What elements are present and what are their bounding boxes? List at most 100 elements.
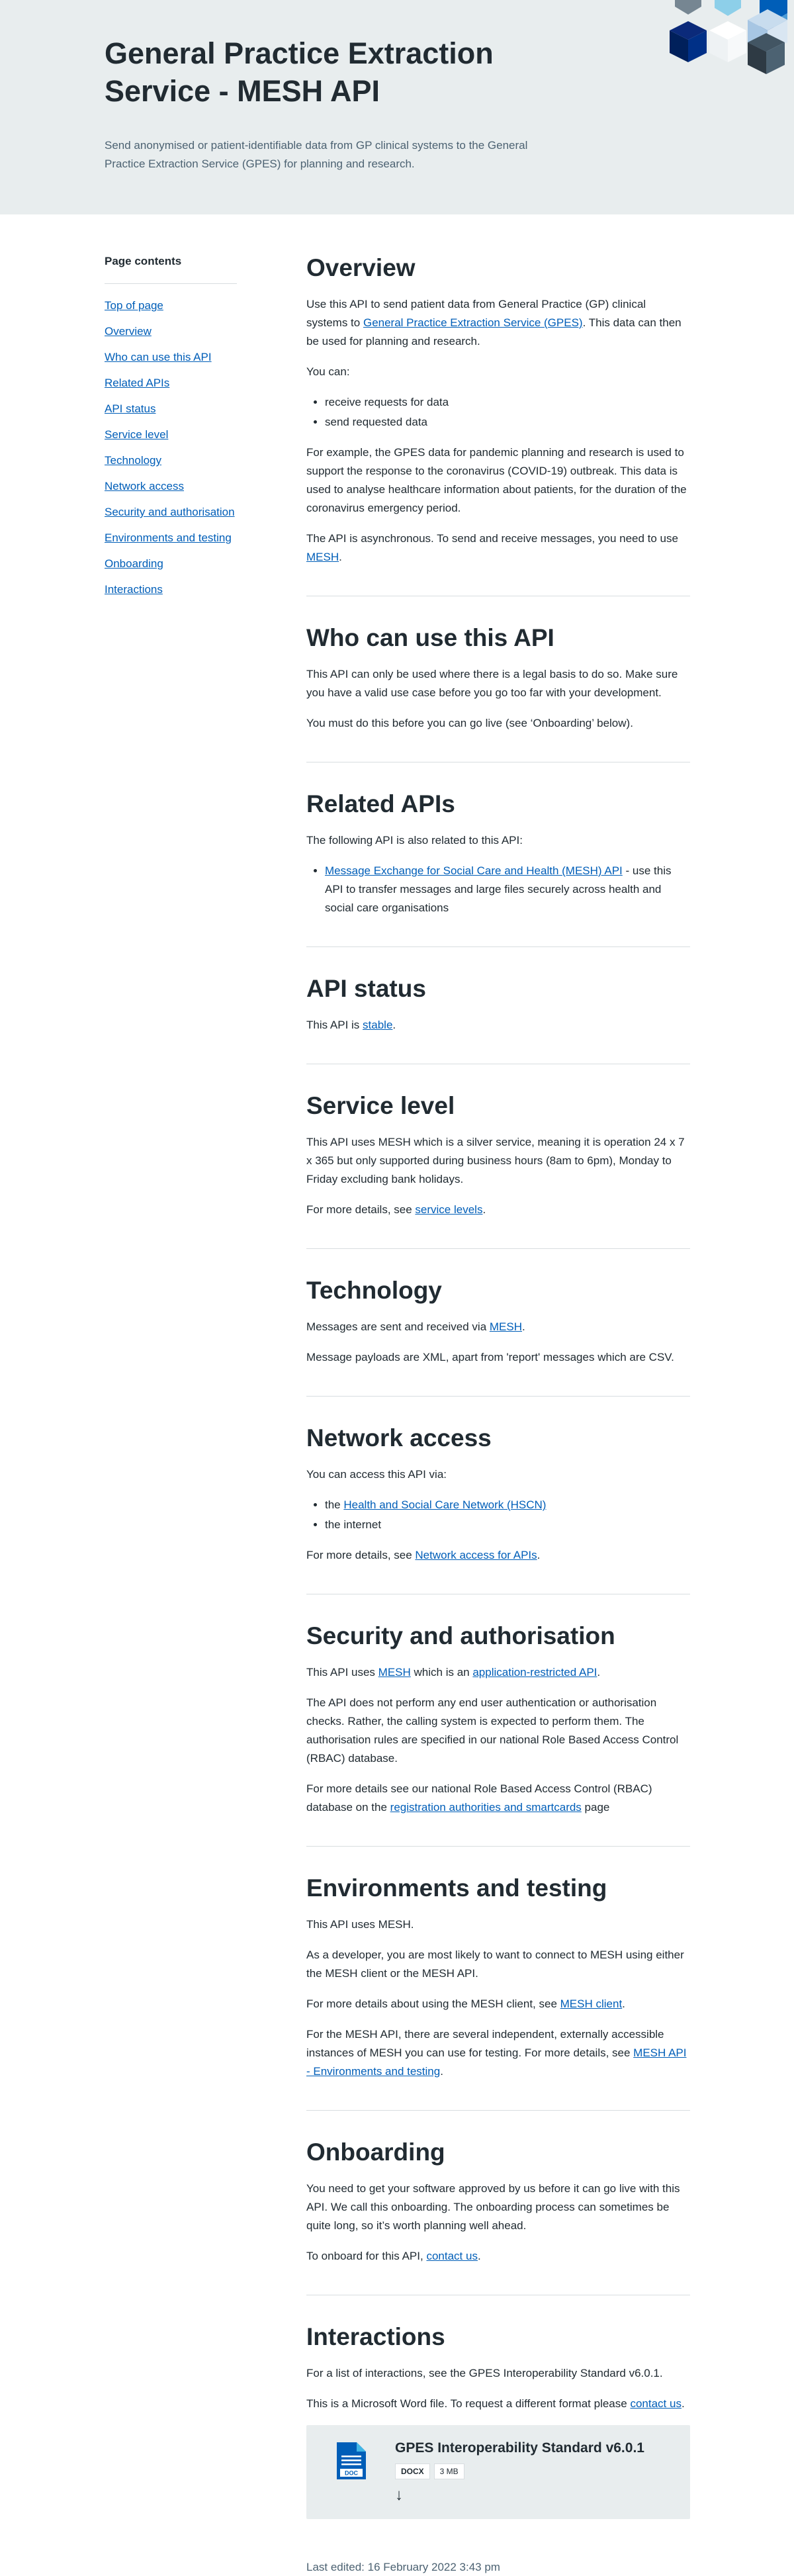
nav-item-environments: Environments and testing (105, 529, 237, 547)
nav-link-onboarding[interactable]: Onboarding (105, 557, 163, 570)
contact-us-link[interactable]: contact us (630, 2397, 682, 2410)
section-heading: Service level (306, 1092, 455, 1119)
section-heading: Related APIs (306, 790, 455, 817)
hscn-link[interactable]: Health and Social Care Network (HSCN) (343, 1498, 546, 1511)
nav-link-top-of-page[interactable]: Top of page (105, 299, 163, 312)
section-heading: Technology (306, 1277, 442, 1304)
nav-link-related-apis[interactable]: Related APIs (105, 377, 169, 389)
text: . (482, 1203, 486, 1216)
interactions-paragraph: For a list of interactions, see the GPES… (306, 2367, 663, 2379)
decorative-cubes-illustration (670, 0, 787, 74)
mesh-link[interactable]: MESH (490, 1320, 522, 1333)
page-contents-list: Top of page Overview Who can use this AP… (105, 297, 237, 598)
last-edited: Last edited: 16 February 2022 3:43 pm (306, 2561, 500, 2573)
nav-item-top-of-page: Top of page (105, 297, 237, 314)
arrow-down-icon[interactable]: ↓ (395, 2487, 403, 2503)
nav-item-overview: Overview (105, 323, 237, 340)
contact-us-link[interactable]: contact us (426, 2250, 478, 2262)
nav-link-security[interactable]: Security and authorisation (105, 506, 235, 518)
overview-paragraph: For example, the GPES data for pandemic … (306, 446, 687, 514)
service-paragraph: For more details, see service levels. (306, 1201, 690, 1219)
page-description: Send anonymised or patient-identifiable … (105, 139, 528, 170)
divider (105, 283, 237, 284)
onboarding-paragraph: You need to get your software approved b… (306, 2182, 680, 2232)
page-hero: General Practice Extraction Service - ME… (0, 0, 794, 214)
page-contents-nav: Page contents Top of page Overview Who c… (105, 253, 237, 607)
nav-link-api-status[interactable]: API status (105, 402, 155, 415)
service-levels-link[interactable]: service levels (415, 1203, 482, 1216)
page-title: General Practice Extraction Service - ME… (105, 36, 494, 108)
nav-link-interactions[interactable]: Interactions (105, 583, 163, 596)
list-item: send requested data (325, 413, 690, 432)
list-item: Message Exchange for Social Care and Hea… (325, 862, 690, 917)
text: page (581, 1801, 610, 1814)
file-download-card[interactable]: DOC GPES Interoperability Standard v6.0.… (306, 2425, 690, 2519)
text: . (597, 1666, 601, 1679)
text: . (477, 2250, 481, 2262)
nav-link-network-access[interactable]: Network access (105, 480, 184, 492)
section-service-level: Service level This API uses MESH which i… (306, 1091, 690, 1249)
file-size-tag: 3 MB (433, 2463, 464, 2479)
stable-link[interactable]: stable (363, 1019, 392, 1031)
text: For more details, see (306, 1549, 416, 1561)
nav-link-service-level[interactable]: Service level (105, 428, 168, 441)
mesh-api-link[interactable]: Message Exchange for Social Care and Hea… (325, 864, 623, 877)
text: . (392, 1019, 396, 1031)
list-item: the Health and Social Care Network (HSCN… (325, 1496, 690, 1514)
mesh-client-link[interactable]: MESH client (560, 1998, 623, 2010)
text: . (440, 2065, 443, 2078)
text: . (537, 1549, 541, 1561)
text: which is an (410, 1666, 473, 1679)
text: For more details about using the MESH cl… (306, 1998, 560, 2010)
section-technology: Technology Messages are sent and receive… (306, 1275, 690, 1397)
nav-link-overview[interactable]: Overview (105, 325, 152, 338)
security-paragraph: This API uses MESH which is an applicati… (306, 1663, 690, 1682)
section-who-can-use: Who can use this API This API can only b… (306, 623, 690, 762)
application-restricted-link[interactable]: application-restricted API (472, 1666, 597, 1679)
section-related-apis: Related APIs The following API is also r… (306, 789, 690, 947)
text: the (325, 1498, 344, 1511)
file-title[interactable]: GPES Interoperability Standard v6.0.1 (395, 2438, 644, 2458)
mesh-link[interactable]: MESH (306, 551, 339, 563)
text: This API is (306, 1019, 363, 1031)
nav-link-technology[interactable]: Technology (105, 454, 161, 467)
security-paragraph: The API does not perform any end user au… (306, 1696, 679, 1765)
security-paragraph: For more details see our national Role B… (306, 1780, 690, 1817)
section-heading: API status (306, 975, 426, 1002)
nav-link-environments[interactable]: Environments and testing (105, 531, 232, 544)
file-meta: DOCX 3 MB (395, 2463, 464, 2479)
section-security: Security and authorisation This API uses… (306, 1621, 690, 1847)
who-paragraph: You must do this before you can go live … (306, 717, 633, 729)
network-paragraph: You can access this API via: (306, 1468, 447, 1481)
interactions-paragraph: This is a Microsoft Word file. To reques… (306, 2395, 690, 2413)
text: For the MESH API, there are several inde… (306, 2028, 664, 2059)
mesh-link[interactable]: MESH (378, 1666, 411, 1679)
section-network-access: Network access You can access this API v… (306, 1423, 690, 1594)
technology-paragraph: Message payloads are XML, apart from 're… (306, 1351, 674, 1363)
main-content: Overview Use this API to send patient da… (306, 253, 690, 2576)
text: . (339, 551, 342, 563)
text: For more details, see (306, 1203, 416, 1216)
overview-paragraph: Use this API to send patient data from G… (306, 295, 690, 351)
service-paragraph: This API uses MESH which is a silver ser… (306, 1136, 685, 1185)
section-api-status: API status This API is stable. (306, 974, 690, 1064)
overview-paragraph: The API is asynchronous. To send and rec… (306, 529, 690, 567)
nav-link-who-can-use[interactable]: Who can use this API (105, 351, 212, 363)
text: To onboard for this API, (306, 2250, 427, 2262)
doc-icon-label: DOC (345, 2470, 359, 2477)
environments-paragraph: For the MESH API, there are several inde… (306, 2025, 690, 2081)
text: . (681, 2397, 685, 2410)
section-heading: Onboarding (306, 2139, 445, 2166)
file-type-tag: DOCX (395, 2463, 430, 2479)
network-access-link[interactable]: Network access for APIs (415, 1549, 537, 1561)
nav-item-related-apis: Related APIs (105, 375, 237, 392)
section-heading: Who can use this API (306, 624, 554, 651)
environments-paragraph: For more details about using the MESH cl… (306, 1995, 690, 2013)
page-contents-heading: Page contents (105, 255, 182, 267)
gpes-link[interactable]: General Practice Extraction Service (GPE… (363, 316, 583, 329)
section-heading: Network access (306, 1424, 492, 1451)
smartcards-link[interactable]: registration authorities and smartcards (390, 1801, 582, 1814)
section-interactions: Interactions For a list of interactions,… (306, 2322, 690, 2576)
nav-item-service-level: Service level (105, 426, 237, 443)
network-paragraph: For more details, see Network access for… (306, 1546, 690, 1565)
